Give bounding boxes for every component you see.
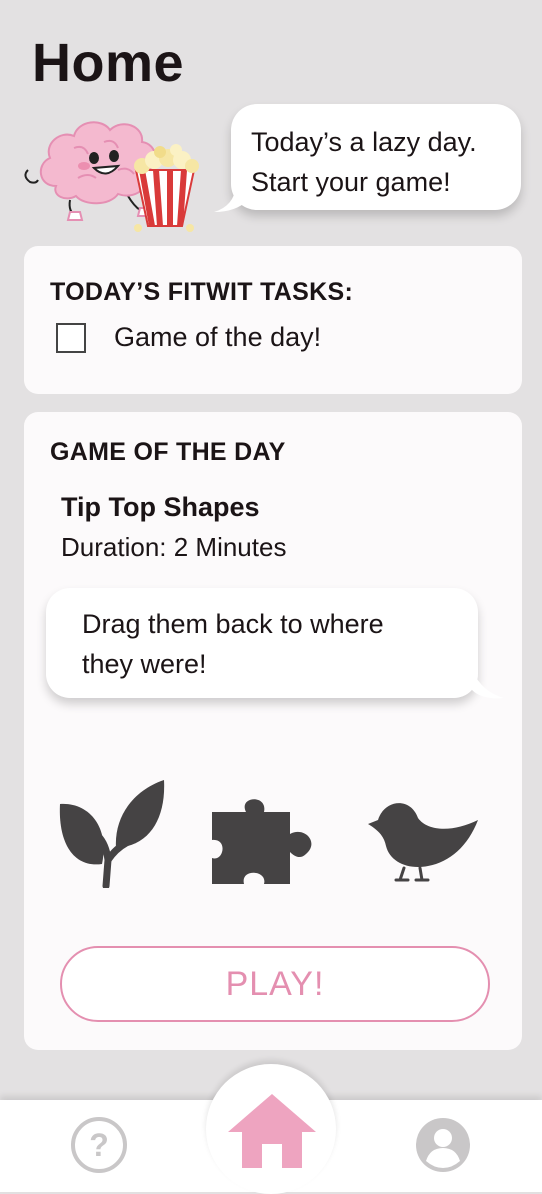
speech-bubble-tail — [472, 670, 504, 699]
instruction-speech-bubble: Drag them back to where they were! — [46, 588, 478, 698]
puzzle-piece-icon[interactable] — [210, 798, 316, 886]
mascot-speech-bubble: Today’s a lazy day. Start your game! — [231, 104, 521, 210]
page-title: Home — [32, 33, 185, 93]
task-checkbox[interactable] — [56, 322, 86, 353]
game-heading: GAME OF THE DAY — [50, 438, 286, 466]
svg-text:?: ? — [89, 1127, 109, 1163]
leaf-sprout-icon[interactable] — [54, 778, 166, 888]
bird-icon[interactable] — [364, 796, 482, 882]
speech-bubble-tail — [214, 186, 248, 212]
instruction-text: Drag them back to where they were! — [82, 609, 384, 679]
game-duration: Duration: 2 Minutes — [61, 532, 287, 562]
brain-mascot-illustration — [24, 121, 199, 232]
game-name: Tip Top Shapes — [61, 492, 260, 522]
question-circle-icon[interactable]: ? — [70, 1116, 128, 1174]
task-label: Game of the day! — [114, 322, 322, 352]
tasks-card: TODAY’S FITWIT TASKS: Game of the day! — [24, 246, 522, 394]
game-of-the-day-card: GAME OF THE DAY Tip Top Shapes Duration:… — [24, 412, 522, 1050]
mascot-message: Today’s a lazy day. Start your game! — [251, 127, 477, 197]
tasks-heading: TODAY’S FITWIT TASKS: — [50, 278, 354, 306]
task-item[interactable]: Game of the day! — [56, 322, 321, 353]
play-button[interactable]: PLAY! — [60, 946, 490, 1022]
home-icon[interactable] — [226, 1092, 318, 1170]
user-circle-icon[interactable] — [414, 1116, 472, 1174]
